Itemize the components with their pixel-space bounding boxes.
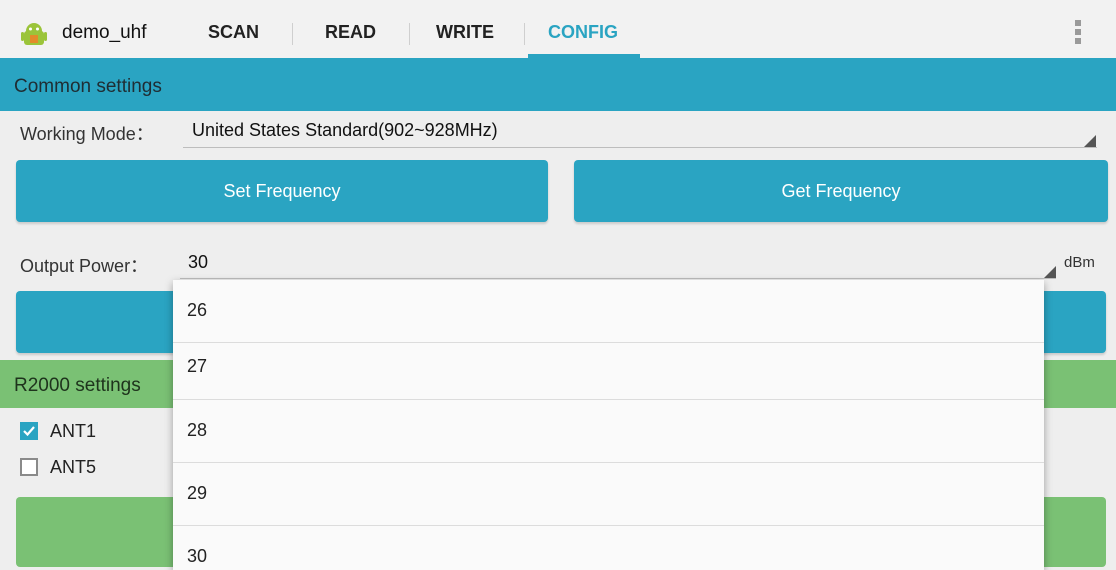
spinner-underline (180, 278, 1056, 279)
tab-divider (409, 23, 410, 45)
tab-read[interactable]: READ (325, 22, 376, 43)
dropdown-option[interactable]: 29 (173, 463, 1044, 526)
tab-divider (524, 23, 525, 45)
ant5-checkbox[interactable] (20, 458, 38, 476)
get-frequency-button[interactable]: Get Frequency (574, 160, 1108, 222)
dropdown-option[interactable]: 27 (173, 336, 1044, 400)
ant1-checkbox[interactable] (20, 422, 38, 440)
r2000-settings-title: R2000 settings (14, 375, 141, 396)
spinner-underline (183, 147, 1097, 148)
dropdown-option[interactable]: 30 (173, 526, 1044, 570)
dropdown-option[interactable]: 28 (173, 400, 1044, 463)
app-title: demo_uhf (62, 22, 147, 43)
common-settings-header: Common settings (0, 62, 1116, 111)
option-label: 26 (187, 300, 208, 320)
option-label: 29 (187, 483, 208, 503)
tab-scan[interactable]: SCAN (208, 22, 259, 43)
set-frequency-button[interactable]: Set Frequency (16, 160, 548, 222)
ant1-label: ANT1 (50, 421, 97, 441)
output-power-unit: dBm (1064, 254, 1095, 271)
output-power-spinner[interactable]: 30 (188, 252, 208, 273)
dropdown-arrow-icon (1044, 266, 1056, 278)
output-power-dropdown: 26 27 28 29 30 (173, 280, 1044, 570)
common-settings-title: Common settings (14, 76, 162, 97)
dropdown-option[interactable]: 26 (173, 280, 1044, 343)
option-label: 30 (187, 546, 208, 566)
ant5-label: ANT5 (50, 457, 97, 477)
checkmark-icon (23, 426, 35, 437)
output-power-label: Output Power： (20, 256, 149, 276)
tab-config[interactable]: CONFIG (548, 22, 618, 43)
option-label: 28 (187, 420, 208, 440)
dropdown-arrow-icon (1084, 135, 1096, 147)
working-mode-spinner[interactable]: United States Standard(902~928MHz) (192, 120, 498, 141)
working-mode-label: Working Mode： (20, 124, 154, 144)
overflow-menu-icon[interactable] (1074, 20, 1082, 50)
option-label: 27 (187, 356, 208, 376)
tab-divider (292, 23, 293, 45)
android-icon (20, 21, 48, 49)
tab-write[interactable]: WRITE (436, 22, 494, 43)
